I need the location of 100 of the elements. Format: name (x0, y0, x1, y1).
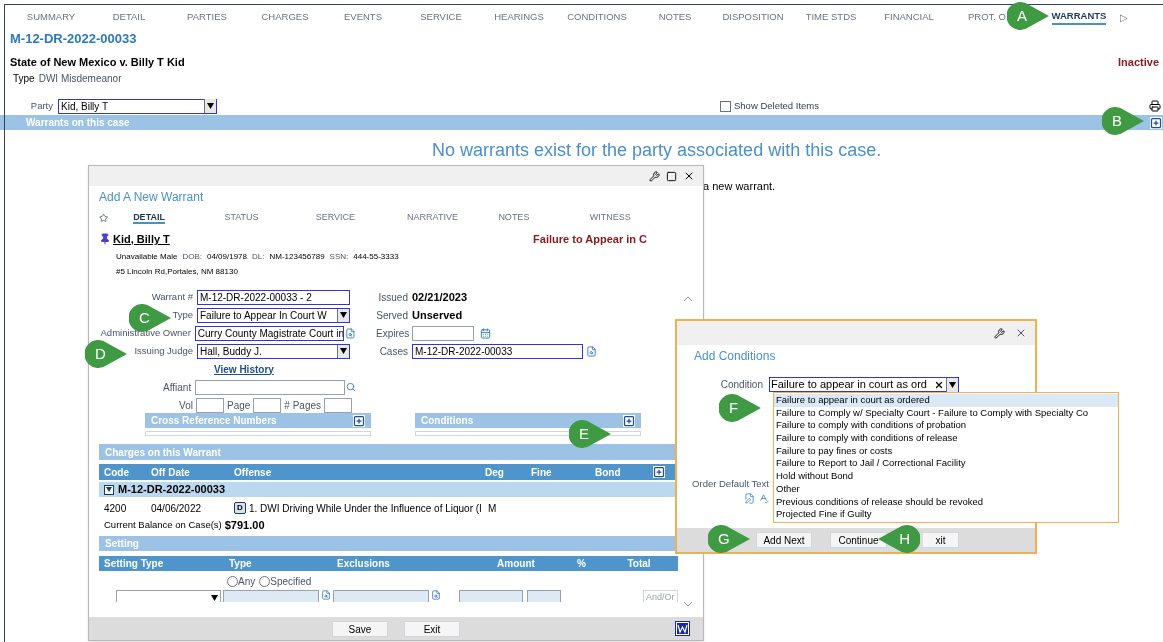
lookup-icon[interactable] (321, 590, 331, 600)
spell-check-icon[interactable] (758, 493, 769, 505)
dialog-title: Add A New Warrant (99, 189, 205, 204)
exclusions-field[interactable] (333, 590, 429, 602)
column-header: Bond (595, 465, 622, 480)
affiant-field[interactable] (195, 379, 346, 395)
favorite-icon[interactable] (99, 213, 109, 223)
dialog-tab[interactable]: WITNESS (589, 211, 681, 225)
page-field[interactable] (253, 397, 282, 413)
dropdown-option[interactable]: Previous conditions of release should be revoked (774, 495, 1118, 509)
cases-field[interactable]: M-12-DR-2022-00033 (412, 343, 583, 359)
table-cell-text: 4200 (104, 501, 128, 516)
nav-tab[interactable]: EVENTS (344, 9, 382, 25)
dropdown-option[interactable]: Projected Fine if Guilty (774, 508, 1118, 521)
amount-field[interactable] (459, 590, 523, 602)
scroll-up-icon (683, 296, 693, 302)
party-dropdown[interactable]: Kid, Billy T (58, 98, 217, 114)
wrench-icon[interactable] (994, 327, 1005, 339)
dropdown-option[interactable]: Failure to pay fines or costs (774, 444, 1118, 458)
dialog-button[interactable]: xit (923, 532, 959, 548)
dropdown-field[interactable]: Hall, Buddy J. (197, 343, 350, 359)
party-name-link[interactable]: Kid, Billy T (113, 230, 170, 248)
word-icon[interactable] (676, 622, 689, 635)
radio-option[interactable]: Any (227, 573, 256, 589)
maximize-icon[interactable] (666, 170, 677, 182)
dropdown-option[interactable]: Failure to comply with conditions of release (774, 432, 1118, 445)
field-label: Type (172, 307, 193, 322)
dropdown-option[interactable]: Failure to comply with conditions of probation (774, 419, 1118, 433)
nav-tab[interactable]: CONDITIONS (567, 9, 627, 25)
nav-tab[interactable]: DISPOSITION (722, 9, 784, 25)
status-value: Unserved (412, 307, 463, 323)
nav-tab[interactable]: TIME STDS (805, 9, 857, 25)
nav-tab[interactable]: SERVICE (420, 9, 462, 25)
percent-field[interactable] (527, 590, 561, 602)
calendar-icon[interactable] (480, 327, 491, 339)
vol-field[interactable] (196, 397, 224, 413)
dl-value: NM-123456789 (269, 250, 325, 263)
close-icon[interactable] (1015, 327, 1027, 339)
input-field[interactable]: M-12-DR-2022-00033 - 2 (197, 289, 350, 305)
view-history-link[interactable]: View History (214, 361, 274, 377)
nav-tab[interactable]: PARTIES (187, 9, 227, 25)
dropdown-option[interactable]: Failure to Report to Jail / Correctional Facility (774, 457, 1118, 471)
dropdown-field[interactable]: Failure to Appear In Court W (197, 307, 350, 323)
more-tabs-arrow[interactable]: ▷ (1120, 9, 1128, 25)
nav-tab[interactable]: WARRANTS (1051, 8, 1107, 26)
caret-icon[interactable] (337, 344, 349, 358)
setting-type-field[interactable] (116, 590, 221, 602)
add-icon[interactable] (353, 414, 365, 427)
dialog-button[interactable]: Save (332, 620, 388, 637)
case-status: Inactive (1118, 54, 1159, 70)
add-icon[interactable] (1150, 116, 1162, 129)
show-deleted-checkbox[interactable]: Show Deleted Items (720, 98, 819, 114)
column-header: Offense (234, 465, 273, 480)
dropdown-option[interactable]: Failure to Comply w/ Specialty Court - Failure to Comply with Specialty Co (774, 406, 1118, 420)
field-label: Expires (376, 326, 411, 341)
print-icon[interactable] (1149, 100, 1161, 112)
lookup-icon[interactable] (431, 590, 441, 600)
caret-icon[interactable] (204, 99, 216, 113)
column-header: Deg (485, 465, 505, 480)
dialog-tab[interactable]: STATUS (224, 211, 316, 225)
close-icon[interactable] (683, 170, 695, 182)
caret-icon[interactable] (337, 308, 349, 322)
dialog-button[interactable]: Continue (830, 532, 887, 548)
nav-tab[interactable]: PROT. O (968, 9, 1006, 25)
nav-tab[interactable]: SUMMARY (26, 9, 76, 25)
search-icon[interactable] (346, 382, 356, 392)
dialog-button[interactable]: Add Next (756, 532, 812, 548)
nav-tab[interactable]: CHARGES (261, 9, 309, 25)
input-field[interactable]: Curry County Magistrate Court in (194, 325, 345, 341)
expires-field[interactable] (412, 325, 474, 341)
nav-tab[interactable]: NOTES (658, 9, 692, 25)
type-value: DWI Misdemeanor (38, 72, 122, 86)
dropdown-option[interactable]: Failure to appear in court as ordered (774, 394, 1118, 407)
dropdown-option[interactable]: Hold without Bond (774, 470, 1118, 483)
clear-icon[interactable] (934, 379, 944, 390)
radio-option[interactable]: Specified (259, 573, 312, 589)
type-field[interactable] (223, 590, 319, 602)
dialog-tab[interactable]: NOTES (498, 211, 590, 225)
lookup-icon[interactable] (586, 345, 597, 357)
dialog-tab[interactable]: SERVICE (315, 211, 408, 225)
empty-message: No warrants exist for the party associated with this case. (431, 139, 883, 162)
condition-dropdown[interactable]: Failure to appear in court as ord (769, 377, 959, 392)
add-icon[interactable] (623, 414, 635, 427)
edit-icon[interactable] (744, 493, 755, 505)
dob-value: 04/09/1978 (206, 250, 247, 263)
collapse-icon[interactable] (104, 484, 114, 495)
lookup-icon[interactable] (345, 327, 356, 339)
pages-field[interactable] (324, 397, 353, 413)
nav-tab[interactable]: FINANCIAL (884, 9, 934, 25)
dialog-button[interactable]: Exit (404, 620, 460, 637)
table-cell-text: M (487, 501, 497, 516)
nav-tab[interactable]: HEARINGS (494, 9, 544, 25)
add-icon[interactable] (653, 466, 665, 478)
dialog-tab[interactable]: NARRATIVE (407, 211, 499, 225)
pin-icon (99, 233, 111, 245)
dropdown-option[interactable]: Other (774, 482, 1118, 496)
wrench-icon[interactable] (649, 170, 660, 182)
dialog-tab[interactable]: DETAIL (133, 211, 225, 225)
caret-icon[interactable] (946, 377, 958, 392)
nav-tab[interactable]: DETAIL (112, 9, 146, 25)
